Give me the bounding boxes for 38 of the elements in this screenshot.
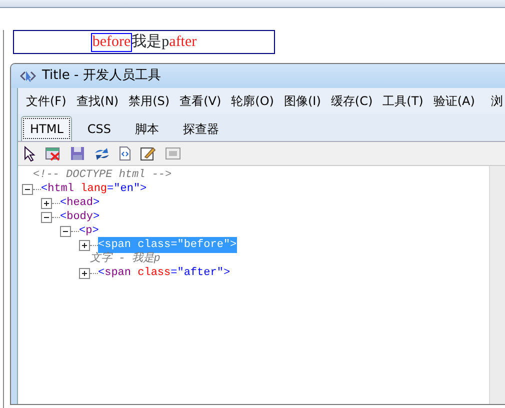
tab[interactable]: HTML [21,116,72,141]
save-icon[interactable] [70,146,85,161]
menu-item[interactable]: 查找(N) [71,92,124,110]
expand-icon[interactable] [79,268,90,278]
collapse-icon[interactable] [22,184,33,194]
devtools-icon [20,70,36,82]
comment-text: <!-- DOCTYPE html --> [33,168,172,183]
collapse-icon[interactable] [60,226,71,236]
menu-item[interactable]: 缓存(C) [326,92,378,110]
menu-item[interactable]: 禁用(S) [124,92,175,110]
element-tag[interactable]: <p> [79,222,99,240]
menu-item[interactable]: 轮廓(O) [226,92,279,110]
clear-icon[interactable] [45,146,61,161]
collapse-icon[interactable] [41,212,52,222]
after-span: after [169,32,197,52]
element-tag[interactable]: <body> [60,208,100,226]
element-tag[interactable]: <span class="after"> [98,264,230,282]
tab[interactable]: CSS [78,116,120,141]
before-span: before [91,32,132,52]
menu-item[interactable]: 文件(F) [21,92,72,110]
scrollbar[interactable] [489,166,505,404]
menu-item[interactable]: 图像(I) [278,92,326,110]
expand-icon[interactable] [41,198,52,208]
source-icon[interactable] [119,146,131,161]
menu-item[interactable]: 工具(T) [378,92,428,110]
menu-item[interactable]: 验证(A) [428,92,480,110]
text-content: 文字 - 我是p [90,250,160,267]
edit-icon[interactable] [140,146,156,161]
pointer-icon[interactable] [24,146,36,162]
element-tag[interactable]: <head> [60,194,100,212]
expand-icon[interactable] [79,240,90,250]
refresh-icon[interactable] [94,146,110,160]
menu-item[interactable]: 浏 [486,92,505,110]
element-tag[interactable]: <html lang="en"> [41,180,147,198]
menu-item[interactable]: 查看(V) [174,92,226,110]
tab[interactable]: 脚本 [126,116,168,141]
window-title: Title - 开发人员工具 [42,67,161,86]
tab[interactable]: 探查器 [174,116,228,141]
